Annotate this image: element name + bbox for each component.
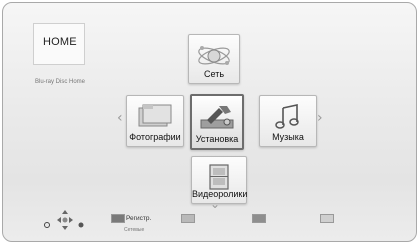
color-key-2 bbox=[181, 214, 195, 223]
key-1-sublabel: Сетевые bbox=[124, 227, 145, 233]
device-name: Blu-ray Disc Home bbox=[35, 79, 86, 85]
tile-photos[interactable]: Фотографии bbox=[126, 95, 184, 147]
chevron-left-icon: ‹ bbox=[117, 110, 123, 126]
video-film-icon bbox=[209, 164, 229, 190]
tile-setup[interactable]: Установка bbox=[190, 94, 244, 150]
home-menu-screen: HOME Blu-ray Disc Home Сеть Фотографии У… bbox=[2, 2, 417, 242]
tile-setup-label: Установка bbox=[195, 134, 239, 144]
home-button[interactable]: HOME bbox=[33, 23, 85, 65]
dpad-navigation-icon bbox=[43, 208, 87, 236]
network-icon bbox=[198, 46, 230, 65]
music-note-icon bbox=[275, 104, 299, 129]
tile-music-label: Музыка bbox=[272, 132, 304, 142]
color-key-3 bbox=[252, 214, 266, 223]
tile-music[interactable]: Музыка bbox=[259, 95, 317, 147]
tile-network-label: Сеть bbox=[203, 69, 225, 79]
color-key-4 bbox=[320, 214, 334, 223]
setup-tools-icon bbox=[200, 106, 234, 129]
chevron-right-icon: › bbox=[317, 110, 323, 126]
home-label: HOME bbox=[43, 36, 77, 48]
tile-photos-label: Фотографии bbox=[129, 132, 181, 142]
photos-folder-icon bbox=[138, 104, 172, 127]
color-key-1 bbox=[111, 214, 125, 223]
tile-network[interactable]: Сеть bbox=[188, 34, 240, 84]
chevron-down-icon: ⌄ bbox=[210, 197, 221, 211]
key-1-label: Регистр. bbox=[126, 215, 152, 222]
